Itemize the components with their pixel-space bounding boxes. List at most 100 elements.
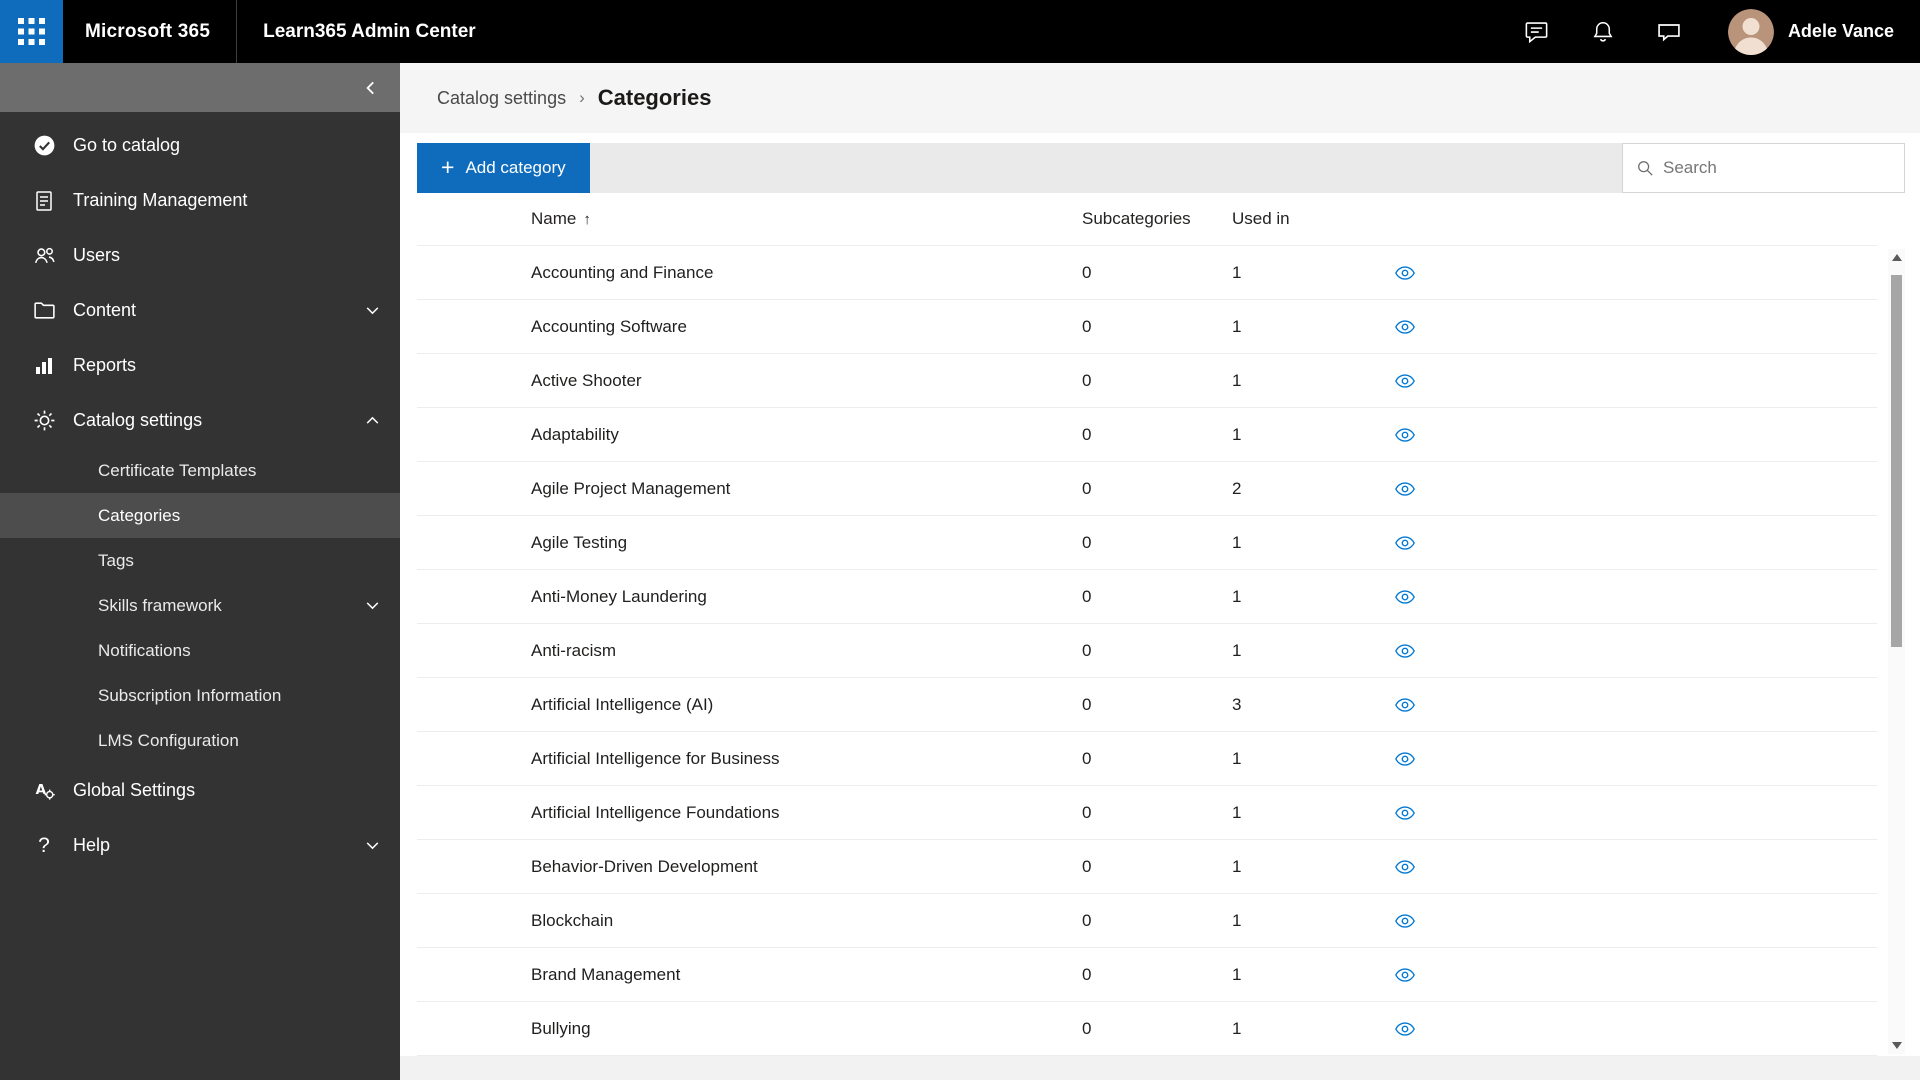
used-in-count: 1 [1232,586,1242,606]
subcategories-count: 0 [1082,802,1092,822]
notifications-button[interactable] [1580,9,1626,55]
sidebar-item-global-settings[interactable]: A Global Settings [0,763,400,818]
sidebar-subitem-label: Notifications [98,640,191,660]
category-name: Agile Project Management [531,478,731,498]
preview-button[interactable] [1392,800,1418,826]
sidebar-subitem-lms-configuration[interactable]: LMS Configuration [0,718,400,763]
scroll-down-arrow[interactable] [1888,1037,1905,1054]
search-input[interactable] [1663,158,1894,178]
sidebar-subitem-skills-framework[interactable]: Skills framework [0,583,400,628]
preview-button[interactable] [1392,746,1418,772]
eye-icon [1395,373,1415,388]
preview-button[interactable] [1392,908,1418,934]
preview-button[interactable] [1392,314,1418,340]
scroll-up-arrow[interactable] [1888,249,1905,266]
sidebar-item-help[interactable]: ? Help [0,818,400,873]
used-in-count: 1 [1232,748,1242,768]
sort-ascending-icon: ↑ [583,210,591,228]
sidebar-subitem-tags[interactable]: Tags [0,538,400,583]
preview-button[interactable] [1392,422,1418,448]
preview-button[interactable] [1392,854,1418,880]
subcategories-count: 0 [1082,856,1092,876]
sidebar-subitem-categories[interactable]: Categories [0,493,400,538]
sidebar-item-catalog-settings[interactable]: Catalog settings [0,393,400,448]
preview-button[interactable] [1392,584,1418,610]
table-row[interactable]: Brand Management 0 1 [417,948,1877,1002]
sidebar-item-training-management[interactable]: Training Management [0,173,400,228]
toolbar: + Add category [417,143,1905,193]
search-box[interactable] [1622,143,1905,193]
table-row[interactable]: Artificial Intelligence (AI) 0 3 [417,678,1877,732]
sidebar-item-go-to-catalog[interactable]: Go to catalog [0,118,400,173]
vertical-scrollbar[interactable] [1888,249,1905,1054]
preview-button[interactable] [1392,1016,1418,1042]
app-launcher-button[interactable] [0,0,63,63]
preview-button[interactable] [1392,962,1418,988]
eye-icon [1395,643,1415,658]
table-row[interactable]: Agile Testing 0 1 [417,516,1877,570]
sidebar-item-label: Go to catalog [73,135,181,155]
category-name: Artificial Intelligence (AI) [531,694,714,714]
column-header-subcategories[interactable]: Subcategories [1082,209,1232,229]
preview-button[interactable] [1392,638,1418,664]
table-row[interactable]: Artificial Intelligence for Business 0 1 [417,732,1877,786]
user-name: Adele Vance [1787,21,1894,41]
table-row[interactable]: Accounting and Finance 0 1 [417,246,1877,300]
table-row[interactable]: Anti-racism 0 1 [417,624,1877,678]
subcategories-count: 0 [1082,1018,1092,1038]
sidebar-item-content[interactable]: Content [0,283,400,338]
horizontal-scrollbar[interactable] [400,1056,1920,1080]
sidebar-subitem-subscription-information[interactable]: Subscription Information [0,673,400,718]
preview-button[interactable] [1392,476,1418,502]
table-row[interactable]: Adaptability 0 1 [417,408,1877,462]
table-row[interactable]: Accounting Software 0 1 [417,300,1877,354]
sidebar-subitem-notifications[interactable]: Notifications [0,628,400,673]
sidebar-subitem-certificate-templates[interactable]: Certificate Templates [0,448,400,493]
used-in-count: 1 [1232,802,1242,822]
used-in-count: 1 [1232,262,1242,282]
sidebar-item-label: Content [73,300,137,320]
table-row[interactable]: Bullying 0 1 [417,1002,1877,1056]
people-icon [31,243,57,269]
category-name: Artificial Intelligence for Business [531,748,780,768]
categories-table: Name ↑ Subcategories Used in Accounting … [417,193,1877,1056]
category-name: Brand Management [531,964,681,984]
sidebar-item-reports[interactable]: Reports [0,338,400,393]
feedback-button[interactable] [1646,9,1692,55]
table-row[interactable]: Agile Project Management 0 2 [417,462,1877,516]
subcategories-count: 0 [1082,640,1092,660]
account-button[interactable]: Adele Vance [1727,8,1894,55]
subcategories-count: 0 [1082,478,1092,498]
preview-button[interactable] [1392,530,1418,556]
subcategories-count: 0 [1082,964,1092,984]
breadcrumb-parent[interactable]: Catalog settings [437,88,566,109]
sidebar-collapse-bar[interactable] [0,63,400,112]
preview-button[interactable] [1392,368,1418,394]
table-row[interactable]: Active Shooter 0 1 [417,354,1877,408]
eye-icon [1395,319,1415,334]
add-category-button[interactable]: + Add category [417,143,590,193]
sidebar-item-users[interactable]: Users [0,228,400,283]
bar-chart-icon [31,353,57,379]
used-in-count: 1 [1232,370,1242,390]
table-row[interactable]: Artificial Intelligence Foundations 0 1 [417,786,1877,840]
category-name: Anti-racism [531,640,617,660]
eye-icon [1395,481,1415,496]
table-row[interactable]: Anti-Money Laundering 0 1 [417,570,1877,624]
app-title: Learn365 Admin Center [263,20,476,42]
sidebar-item-label: Training Management [73,190,248,210]
column-header-used-in[interactable]: Used in [1232,209,1392,229]
preview-button[interactable] [1392,692,1418,718]
chevron-up-icon [364,412,381,429]
column-header-name[interactable]: Name ↑ [531,209,1082,229]
category-name: Anti-Money Laundering [531,586,707,606]
scrollbar-thumb[interactable] [1891,275,1902,647]
table-row[interactable]: Blockchain 0 1 [417,894,1877,948]
brand-title[interactable]: Microsoft 365 [85,21,210,43]
used-in-count: 1 [1232,856,1242,876]
table-row[interactable]: Behavior-Driven Development 0 1 [417,840,1877,894]
chat-button[interactable] [1514,9,1560,55]
sidebar-item-label: Catalog settings [73,410,203,430]
preview-button[interactable] [1392,260,1418,286]
breadcrumb-separator-icon: › [579,88,585,107]
